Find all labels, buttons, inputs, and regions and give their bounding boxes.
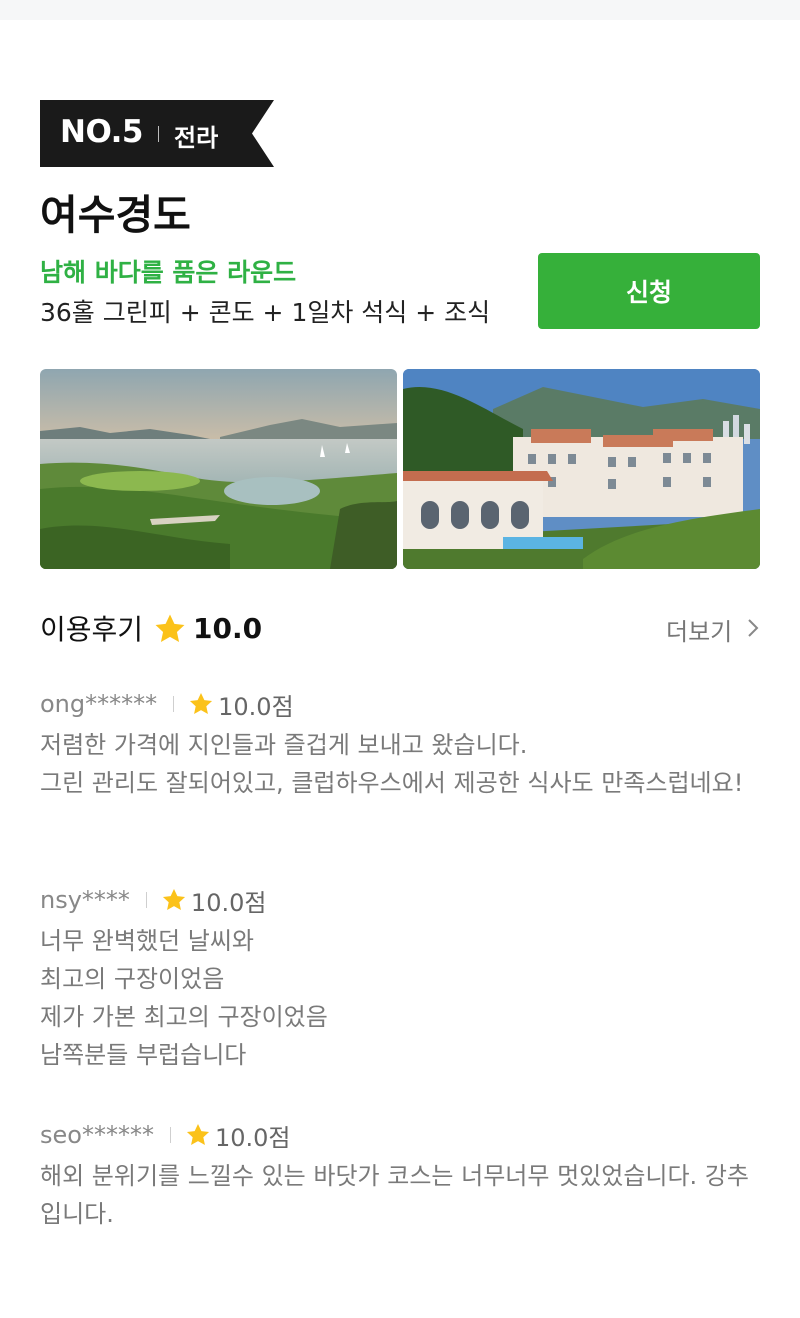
rank-number: NO.5 xyxy=(60,114,143,150)
rank-region: 전라 xyxy=(174,124,219,152)
rank-divider xyxy=(158,126,159,142)
review-user: seo****** xyxy=(40,1121,154,1149)
review-score: 10.0점 xyxy=(214,1123,291,1152)
review-text: 너무 완벽했던 날씨와 최고의 구장이었음 제가 가본 최고의 구장이었음 남쪽… xyxy=(40,927,328,1069)
reviews-title: 이용후기 xyxy=(40,613,144,646)
review-divider xyxy=(169,1127,171,1143)
review-divider xyxy=(145,892,147,908)
review-score: 10.0점 xyxy=(190,888,267,917)
package-details: 36홀 그린피 + 콘도 + 1일차 석식 + 조식 xyxy=(40,298,491,327)
star-icon xyxy=(186,1123,210,1145)
apply-button[interactable]: 신청 xyxy=(538,253,760,329)
course-title: 여수경도 xyxy=(40,191,191,239)
more-reviews-link[interactable]: 더보기 xyxy=(666,612,732,647)
review-text: 저렴한 가격에 지인들과 즐겁게 보내고 왔습니다. 그린 관리도 잘되어있고,… xyxy=(40,731,744,797)
reviews-header: 이용후기 10.0 xyxy=(40,608,262,648)
course-tagline: 남해 바다를 품은 라운드 xyxy=(40,258,297,287)
rank-badge: NO.5 전라 xyxy=(40,100,274,167)
review-item: nsy**** 10.0점 너무 완벽했던 날씨와 최고의 구장이었음 제가 가… xyxy=(40,882,760,1074)
resort-building-photo[interactable] xyxy=(403,369,760,569)
status-bar xyxy=(0,0,800,20)
review-divider xyxy=(173,696,175,712)
reviews-average: 10.0 xyxy=(193,611,263,645)
review-user: ong****** xyxy=(40,690,158,718)
golf-course-photo[interactable] xyxy=(40,369,397,569)
review-item: seo****** 10.0점 해외 분위기를 느낄수 있는 바닷가 코스는 너… xyxy=(40,1117,760,1233)
star-icon xyxy=(155,614,185,643)
review-score: 10.0점 xyxy=(218,692,294,721)
star-icon xyxy=(190,692,213,714)
review-text: 해외 분위기를 느낄수 있는 바닷가 코스는 너무너무 멋있었습니다. 강추입니… xyxy=(40,1162,749,1228)
review-item: ong****** 10.0점 저렴한 가격에 지인들과 즐겁게 보내고 왔습니… xyxy=(40,686,760,802)
star-icon xyxy=(162,888,185,910)
review-user: nsy**** xyxy=(40,886,130,914)
chevron-right-icon[interactable] xyxy=(747,618,759,638)
